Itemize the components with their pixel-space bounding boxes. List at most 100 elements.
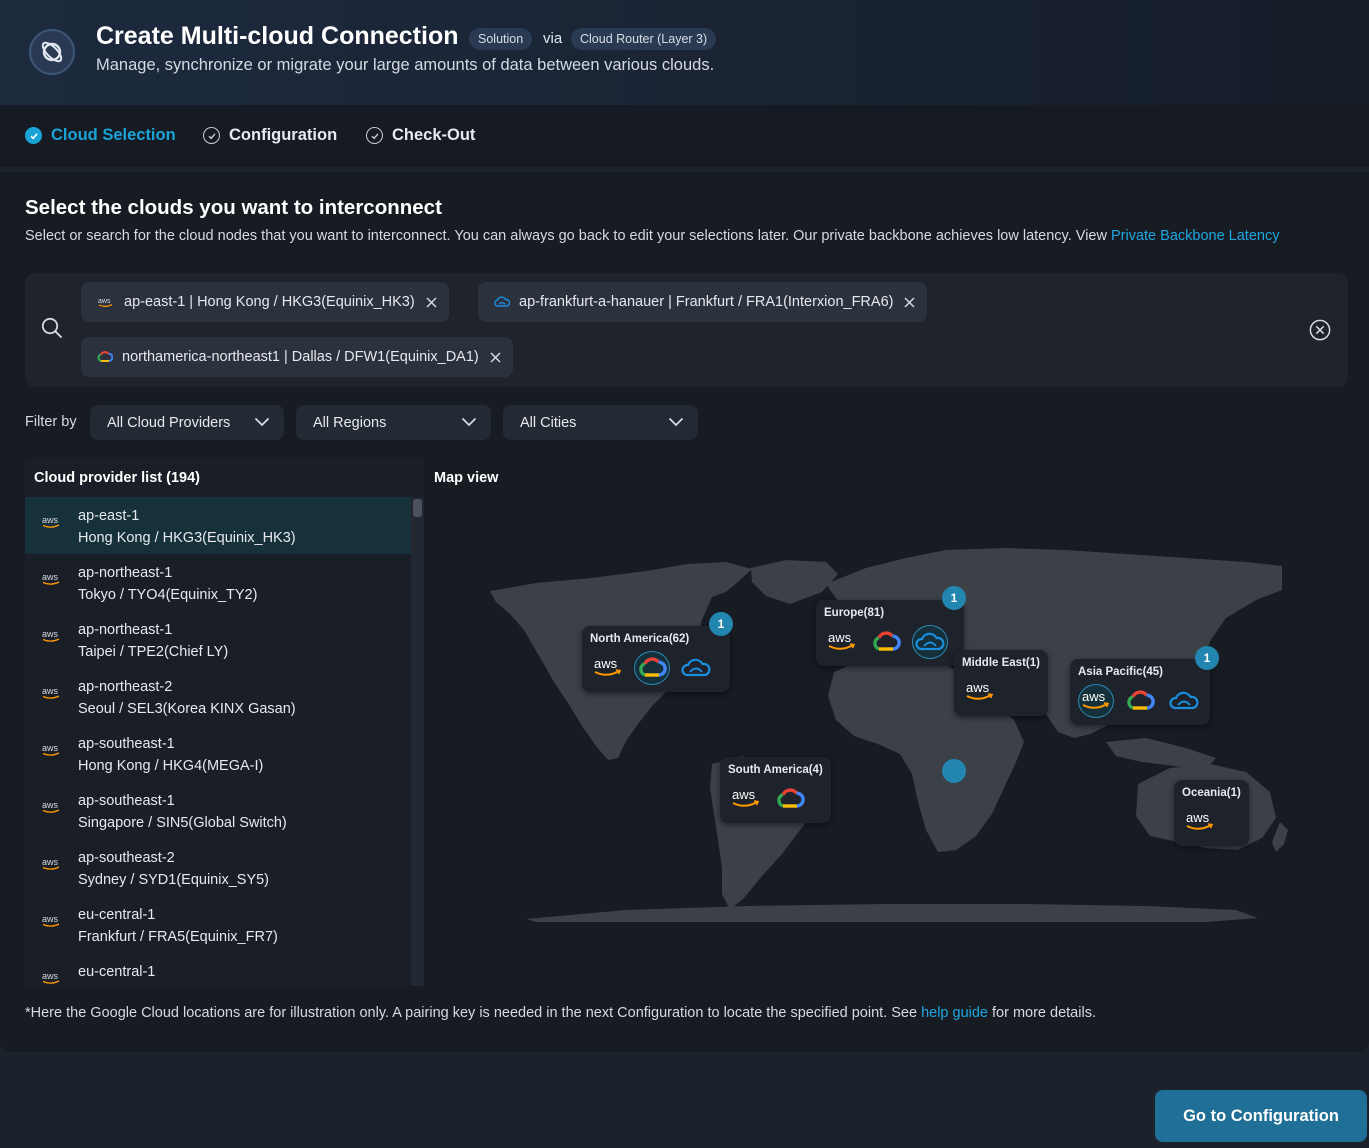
google-cloud-icon[interactable] — [772, 782, 808, 816]
list-item[interactable]: aws ap-east-1 Hong Kong / HKG3(Equinix_HK3… — [25, 497, 411, 554]
list-item-region: ap-northeast-2 — [78, 679, 173, 695]
svg-text:aws: aws — [42, 572, 59, 582]
region-filter[interactable]: All Regions — [296, 405, 491, 440]
cloud-provider-filter[interactable]: All Cloud Providers — [90, 405, 284, 440]
chevron-down-icon — [254, 415, 270, 431]
region-card-asia-pacific[interactable]: Asia Pacific(45) aws — [1070, 659, 1210, 725]
list-item-location: Hong Kong / HKG4(MEGA-I) — [78, 758, 264, 774]
region-title: North America(62) — [590, 633, 690, 645]
list-scrollbar[interactable] — [411, 497, 424, 986]
list-item-location: Taipei / TPE2(Chief LY) — [78, 644, 229, 660]
count-badge: 1 — [1195, 646, 1219, 670]
step-check-icon — [203, 127, 220, 144]
list-item[interactable]: aws ap-northeast-1 Taipei / TPE2(Chief LY) — [25, 611, 411, 668]
list-item[interactable]: aws ap-southeast-2 Sydney / SYD1(Equinix_S… — [25, 839, 411, 896]
alibaba-cloud-icon[interactable] — [912, 625, 948, 659]
svg-text:aws: aws — [98, 298, 111, 305]
list-item-location: Sydney / SYD1(Equinix_SY5) — [78, 872, 270, 888]
step-label: Cloud Selection — [51, 126, 176, 144]
selected-chip: aws ap-east-1 | Hong Kong / HKG3(Equinix… — [81, 282, 449, 322]
step-cloud-selection[interactable]: Cloud Selection — [25, 126, 176, 145]
aws-icon[interactable]: aws — [728, 782, 764, 816]
list-item-region: ap-southeast-1 — [78, 793, 175, 809]
count-badge: 1 — [942, 586, 966, 610]
list-item-region: eu-central-1 — [78, 964, 156, 980]
step-configuration[interactable]: Configuration — [203, 126, 337, 145]
aws-icon: aws — [25, 676, 78, 700]
region-card-north-america[interactable]: North America(62) aws — [582, 626, 730, 692]
aws-icon[interactable]: aws — [1078, 684, 1114, 718]
list-item[interactable]: aws ap-northeast-2 Seoul / SEL3(Korea KINX… — [25, 668, 411, 725]
list-item[interactable]: aws eu-central-1 Frankfurt / FRA5(Equinix_… — [25, 896, 411, 953]
list-item[interactable]: aws ap-southeast-1 Singapore / SIN5(Global… — [25, 782, 411, 839]
count-badge: 1 — [709, 612, 733, 636]
region-card-oceania[interactable]: Oceania(1) aws — [1174, 780, 1249, 846]
dropdown-value: All Cities — [520, 414, 577, 431]
page-title: Create Multi-cloud Connection — [96, 22, 459, 50]
svg-text:aws: aws — [1186, 810, 1210, 825]
list-item[interactable]: aws eu-central-1 — [25, 953, 411, 986]
region-title: Oceania(1) — [1182, 787, 1241, 799]
region-card-europe[interactable]: Europe(81) aws — [816, 600, 964, 666]
google-cloud-icon[interactable] — [868, 625, 904, 659]
remove-chip-icon[interactable] — [426, 296, 437, 308]
list-item-text: ap-southeast-1 Singapore / SIN5(Global Sw… — [78, 790, 287, 834]
chip-label: ap-east-1 | Hong Kong / HKG3(Equinix_HK3… — [124, 294, 415, 310]
selected-chip: ap-frankfurt-a-hanauer | Frankfurt / FRA… — [478, 282, 928, 322]
scrollbar-thumb[interactable] — [413, 499, 422, 517]
step-label: Configuration — [229, 126, 338, 144]
list-item[interactable]: aws ap-northeast-1 Tokyo / TYO4(Equinix_TY… — [25, 554, 411, 611]
svg-text:aws: aws — [1082, 689, 1106, 704]
remove-chip-icon[interactable] — [904, 296, 915, 308]
aws-icon: aws — [97, 296, 115, 308]
list-item-region: ap-northeast-1 — [78, 622, 173, 638]
clear-all-icon[interactable] — [1309, 319, 1331, 346]
aws-icon: aws — [25, 790, 78, 814]
list-item-text: eu-central-1 Frankfurt / FRA5(Equinix_FR7… — [78, 904, 278, 948]
help-guide-link[interactable]: help guide — [921, 1005, 988, 1021]
list-item-text: ap-northeast-2 Seoul / SEL3(Korea KINX Ga… — [78, 676, 296, 720]
svg-text:aws: aws — [42, 629, 59, 639]
list-item-region: eu-central-1 — [78, 907, 156, 923]
aws-icon: aws — [25, 847, 78, 871]
section-description: Select or search for the cloud nodes tha… — [25, 228, 1279, 244]
city-filter[interactable]: All Cities — [503, 405, 698, 440]
section-title: Select the clouds you want to interconne… — [25, 196, 442, 219]
cloud-search-box[interactable]: aws ap-east-1 | Hong Kong / HKG3(Equinix… — [25, 273, 1348, 387]
google-cloud-icon — [97, 350, 113, 364]
google-cloud-icon[interactable] — [1122, 684, 1158, 718]
aws-icon: aws — [25, 619, 78, 643]
aws-icon[interactable]: aws — [962, 675, 998, 709]
search-icon — [40, 316, 64, 345]
router-type-badge: Cloud Router (Layer 3) — [571, 28, 717, 50]
svg-text:aws: aws — [42, 914, 59, 924]
aws-icon: aws — [25, 961, 78, 985]
alibaba-cloud-icon — [494, 296, 510, 308]
go-to-configuration-button[interactable]: Go to Configuration — [1155, 1090, 1367, 1142]
list-item-location: Singapore / SIN5(Global Switch) — [78, 815, 287, 831]
aws-icon[interactable]: aws — [590, 651, 626, 685]
aws-icon: aws — [25, 562, 78, 586]
svg-text:aws: aws — [42, 857, 59, 867]
alibaba-cloud-icon[interactable] — [678, 651, 714, 685]
list-item[interactable]: aws ap-southeast-1 Hong Kong / HKG4(MEGA-I… — [25, 725, 411, 782]
aws-icon[interactable]: aws — [1182, 805, 1218, 839]
alibaba-cloud-icon[interactable] — [1166, 684, 1202, 718]
map-view: Map view North America(62) aws 1 Europe(… — [426, 458, 1348, 986]
svg-text:aws: aws — [42, 686, 59, 696]
count-badge-spacer — [942, 759, 966, 783]
footnote: *Here the Google Cloud locations are for… — [25, 1005, 1096, 1021]
region-title: Middle East(1) — [962, 657, 1040, 669]
step-check-out[interactable]: Check-Out — [366, 126, 475, 145]
svg-text:aws: aws — [828, 630, 852, 645]
step-check-icon — [25, 127, 42, 144]
list-item-text: eu-central-1 — [78, 961, 155, 983]
remove-chip-icon[interactable] — [490, 351, 501, 363]
google-cloud-icon[interactable] — [634, 651, 670, 685]
svg-text:aws: aws — [42, 743, 59, 753]
region-card-south-america[interactable]: South America(4) aws — [720, 757, 831, 823]
region-card-middle-east[interactable]: Middle East(1) aws — [954, 650, 1048, 716]
private-backbone-latency-link[interactable]: Private Backbone Latency — [1111, 228, 1279, 244]
aws-icon[interactable]: aws — [824, 625, 860, 659]
list-items: aws ap-east-1 Hong Kong / HKG3(Equinix_HK3… — [25, 497, 411, 986]
